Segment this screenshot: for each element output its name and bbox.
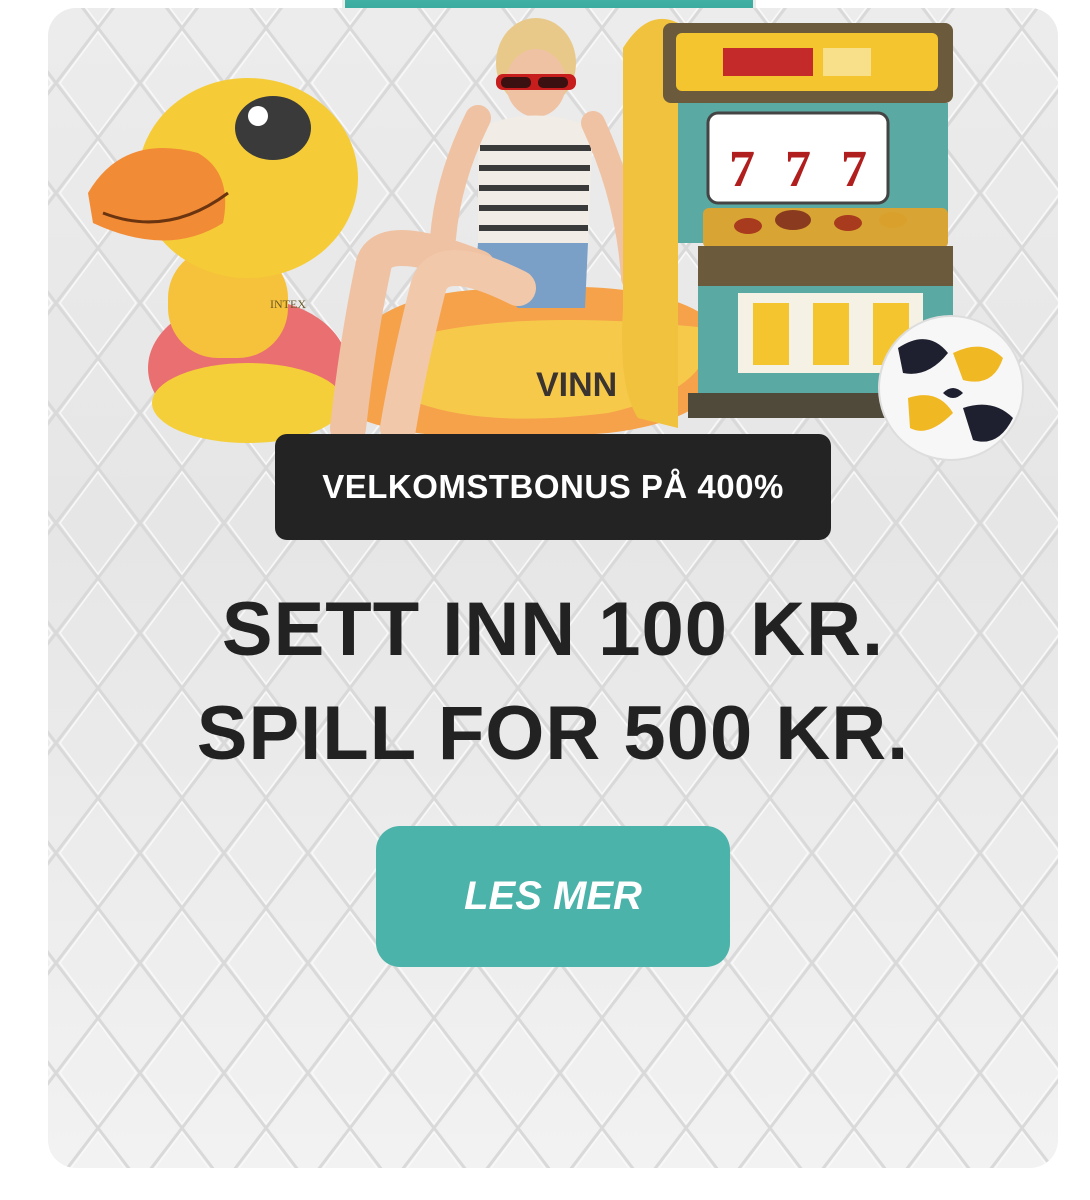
headline-line-2: SPILL FOR 500 KR. [196, 691, 910, 776]
read-more-button[interactable]: LES MER [376, 826, 730, 967]
float-brand-text: VINN [536, 366, 617, 404]
headline-line-1: SETT INN 100 KR. [221, 587, 885, 672]
hero-illustration: INTEX VINN 7 7 7 [88, 18, 1024, 461]
promo-headline: SETT INN 100 KR. SPILL FOR 500 KR. [48, 578, 1058, 786]
slot-reel-2: 7 [785, 141, 811, 198]
slot-reel-1: 7 [729, 141, 755, 198]
page: INTEX VINN 7 7 7 VELKOMSTBONUS PÅ 400% S… [0, 0, 1090, 1200]
slot-reel-3: 7 [841, 141, 867, 198]
float-maker-text: INTEX [270, 297, 306, 311]
promo-card[interactable]: INTEX VINN 7 7 7 VELKOMSTBONUS PÅ 400% S… [48, 8, 1058, 1168]
duck-float-image: INTEX [88, 78, 358, 443]
welcome-bonus-badge: VELKOMSTBONUS PÅ 400% [275, 434, 831, 540]
football-image [878, 315, 1024, 461]
